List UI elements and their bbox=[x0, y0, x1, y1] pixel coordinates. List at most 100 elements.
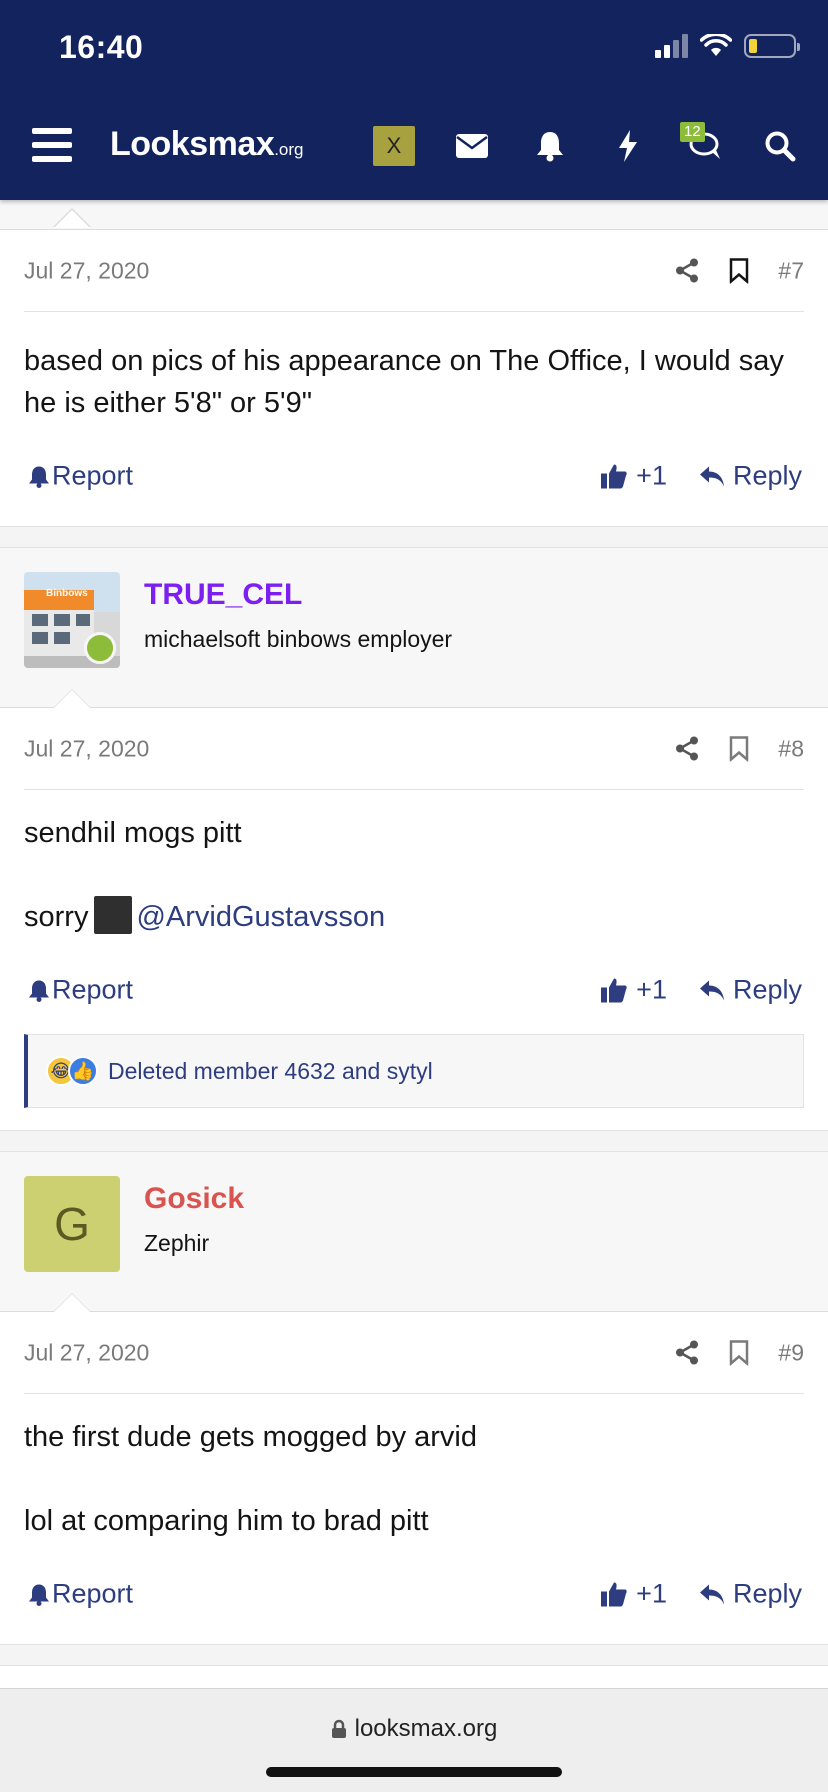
post-date[interactable]: Jul 27, 2020 bbox=[24, 735, 149, 762]
post-actions: Report +1 Reply bbox=[24, 1554, 804, 1634]
post-pointer-arrow-inner bbox=[54, 690, 90, 708]
post-separator bbox=[0, 526, 828, 548]
thread-content: Jul 27, 2020 #7 based on pics of his app… bbox=[0, 230, 828, 1666]
post-meta: Jul 27, 2020 #8 bbox=[24, 708, 804, 790]
battery-icon bbox=[744, 34, 800, 58]
lightning-icon[interactable] bbox=[608, 126, 648, 166]
post-meta: Jul 27, 2020 #9 bbox=[24, 1312, 804, 1394]
reactions-text[interactable]: Deleted member 4632 and sytyl bbox=[108, 1058, 433, 1085]
reaction-icons: 😂 👍 bbox=[46, 1056, 98, 1086]
wifi-icon bbox=[700, 34, 732, 56]
bell-icon bbox=[29, 1584, 49, 1606]
post-paragraph: based on pics of his appearance on The O… bbox=[24, 345, 784, 419]
post-actions: Report +1 Reply bbox=[24, 950, 804, 1030]
post-date[interactable]: Jul 27, 2020 bbox=[24, 257, 149, 284]
reply-icon bbox=[699, 1584, 724, 1604]
reply-label: Reply bbox=[732, 1578, 802, 1609]
share-icon[interactable] bbox=[674, 736, 700, 762]
like-count: +1 bbox=[636, 1578, 667, 1609]
mail-icon[interactable] bbox=[452, 126, 492, 166]
report-label: Report bbox=[52, 974, 134, 1005]
like-count: +1 bbox=[636, 460, 667, 491]
like-button[interactable]: +1 bbox=[600, 975, 667, 1006]
report-label: Report bbox=[52, 460, 134, 491]
avatar[interactable]: G bbox=[24, 1176, 120, 1272]
conversations-badge: 12 bbox=[680, 122, 705, 142]
previous-user-block-edge bbox=[0, 200, 828, 230]
reactions-bar[interactable]: 😂 👍 Deleted member 4632 and sytyl bbox=[24, 1034, 804, 1108]
browser-bar: looksmax.org bbox=[0, 1688, 828, 1792]
post-paragraph: lol at comparing him to brad pitt bbox=[24, 1505, 429, 1537]
bookmark-icon[interactable] bbox=[728, 258, 750, 284]
post-pointer-arrow-inner bbox=[54, 1294, 90, 1312]
user-block: Binbows TRUE_CEL michaelsoft binbows emp… bbox=[0, 548, 828, 708]
thumbs-up-icon bbox=[601, 464, 627, 488]
bell-icon bbox=[29, 980, 49, 1002]
like-button[interactable]: +1 bbox=[600, 461, 667, 492]
app-header: 16:40 Looksmax.org X 12 bbox=[0, 0, 828, 200]
reply-icon bbox=[699, 980, 724, 1000]
post-meta: Jul 27, 2020 #7 bbox=[24, 230, 804, 312]
url-bar[interactable]: looksmax.org bbox=[0, 1715, 828, 1743]
post-pointer-arrow-inner bbox=[54, 210, 90, 228]
reply-button[interactable]: Reply bbox=[699, 975, 802, 1006]
username[interactable]: Gosick bbox=[144, 1182, 244, 1216]
avatar-sign-text: Binbows bbox=[46, 588, 88, 599]
report-button[interactable]: Report bbox=[28, 975, 133, 1006]
user-mention-link[interactable]: @ArvidGustavsson bbox=[136, 901, 385, 933]
post-8: Jul 27, 2020 #8 sendhil mogs pitt sorry @… bbox=[0, 708, 828, 1108]
cellular-signal-icon bbox=[655, 34, 688, 58]
share-icon[interactable] bbox=[674, 258, 700, 284]
username[interactable]: TRUE_CEL bbox=[144, 578, 302, 612]
thumbs-up-icon bbox=[601, 978, 627, 1002]
post-separator bbox=[0, 1130, 828, 1152]
post-body: the first dude gets mogged by arvid lol … bbox=[0, 1394, 828, 1542]
post-number[interactable]: #9 bbox=[778, 1339, 804, 1366]
bell-icon[interactable] bbox=[530, 126, 570, 166]
user-title: Zephir bbox=[144, 1230, 210, 1256]
url-text: looksmax.org bbox=[354, 1715, 498, 1742]
nav-bar: Looksmax.org X 12 bbox=[0, 112, 828, 180]
mention-prefix: sorry bbox=[24, 901, 89, 933]
site-logo[interactable]: Looksmax.org bbox=[110, 125, 303, 164]
report-button[interactable]: Report bbox=[28, 461, 133, 492]
share-icon[interactable] bbox=[674, 1340, 700, 1366]
post-9: Jul 27, 2020 #9 the first dude gets mogg… bbox=[0, 1312, 828, 1634]
reply-icon bbox=[699, 466, 724, 486]
reply-label: Reply bbox=[732, 460, 802, 491]
x-button[interactable]: X bbox=[373, 126, 415, 166]
post-paragraph: the first dude gets mogged by arvid bbox=[24, 1421, 477, 1453]
post-7: Jul 27, 2020 #7 based on pics of his app… bbox=[0, 230, 828, 516]
home-indicator[interactable] bbox=[266, 1767, 562, 1777]
lock-icon bbox=[331, 1719, 346, 1738]
like-count: +1 bbox=[636, 974, 667, 1005]
report-label: Report bbox=[52, 1578, 134, 1609]
bookmark-icon[interactable] bbox=[728, 736, 750, 762]
bookmark-icon[interactable] bbox=[728, 1340, 750, 1366]
user-title: michaelsoft binbows employer bbox=[144, 626, 453, 652]
post-paragraph: sendhil mogs pitt bbox=[24, 817, 242, 849]
thumbs-up-icon bbox=[601, 1582, 627, 1606]
user-block: G Gosick Zephir bbox=[0, 1152, 828, 1312]
reply-button[interactable]: Reply bbox=[699, 461, 802, 492]
mention-avatar bbox=[94, 896, 133, 934]
thumbs-up-icon: 👍 bbox=[68, 1056, 98, 1086]
post-date[interactable]: Jul 27, 2020 bbox=[24, 1339, 149, 1366]
post-separator bbox=[0, 1644, 828, 1666]
post-actions: Report +1 Reply bbox=[24, 436, 804, 516]
mention-line: sorry @ArvidGustavsson bbox=[24, 896, 804, 938]
report-button[interactable]: Report bbox=[28, 1579, 133, 1610]
post-number[interactable]: #7 bbox=[778, 257, 804, 284]
menu-icon[interactable] bbox=[32, 128, 72, 162]
search-icon[interactable] bbox=[760, 126, 800, 166]
reply-label: Reply bbox=[732, 974, 802, 1005]
post-number[interactable]: #8 bbox=[778, 735, 804, 762]
like-button[interactable]: +1 bbox=[600, 1579, 667, 1610]
status-time: 16:40 bbox=[59, 29, 144, 65]
post-body: sendhil mogs pitt sorry @ArvidGustavsson bbox=[0, 790, 828, 938]
online-indicator bbox=[84, 632, 116, 664]
reply-button[interactable]: Reply bbox=[699, 1579, 802, 1610]
post-body: based on pics of his appearance on The O… bbox=[0, 312, 828, 424]
status-icons bbox=[655, 34, 800, 58]
bell-icon bbox=[29, 466, 49, 488]
